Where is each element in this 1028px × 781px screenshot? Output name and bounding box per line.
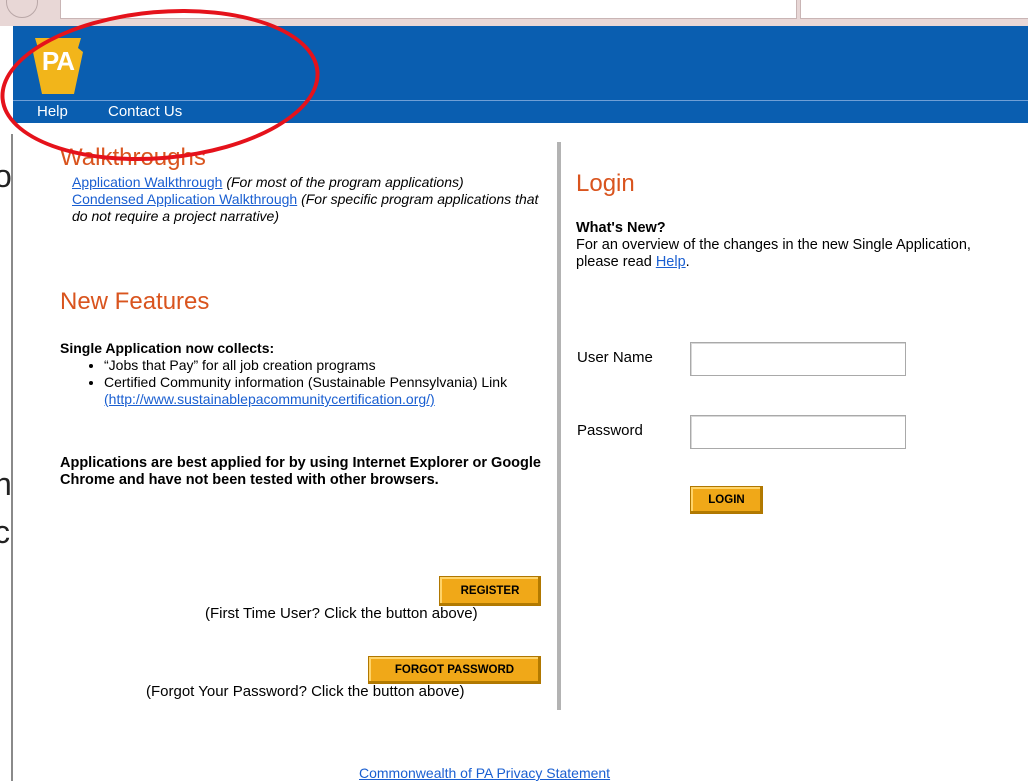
pa-logo[interactable]: PA <box>31 38 85 94</box>
new-features-heading: New Features <box>60 288 210 315</box>
whats-new-text: For an overview of the changes in the ne… <box>576 237 971 270</box>
site-header: PA <box>13 26 1028 100</box>
whats-new-period: . <box>685 254 690 270</box>
background-glyph: c <box>0 514 10 550</box>
whats-new-box: What's New? For an overview of the chang… <box>576 220 1016 271</box>
register-button[interactable]: REGISTER <box>439 576 541 606</box>
back-button[interactable] <box>6 0 38 18</box>
login-button[interactable]: LOGIN <box>690 486 763 514</box>
sustainable-pa-link[interactable]: (http://www.sustainablepacommunitycertif… <box>104 391 435 407</box>
background-window-border <box>11 134 13 781</box>
username-label: User Name <box>577 349 653 366</box>
browser-chrome <box>0 0 1028 27</box>
login-heading: Login <box>576 170 635 197</box>
condensed-walkthrough-link[interactable]: Condensed Application Walkthrough <box>72 191 297 207</box>
walkthroughs-body: Application Walkthrough (For most of the… <box>72 174 542 225</box>
browser-note: Applications are best applied for by usi… <box>60 455 541 488</box>
new-features-intro: Single Application now collects: <box>60 340 275 356</box>
feature-item: Certified Community information (Sustain… <box>104 374 550 408</box>
new-features-body: Single Application now collects: “Jobs t… <box>60 340 550 408</box>
privacy-statement-link[interactable]: Commonwealth of PA Privacy Statement <box>359 765 610 781</box>
password-label: Password <box>577 422 643 439</box>
nav-help-link[interactable]: Help <box>37 103 68 120</box>
walkthroughs-heading: Walkthroughs <box>60 144 206 171</box>
column-divider <box>557 142 561 710</box>
forgot-password-hint: (Forgot Your Password? Click the button … <box>146 683 465 700</box>
address-bar[interactable] <box>60 0 797 19</box>
forgot-password-button[interactable]: FORGOT PASSWORD <box>368 656 541 684</box>
logo-text: PA <box>41 46 75 76</box>
nav-bar: Help Contact Us <box>13 100 1028 123</box>
application-walkthrough-link[interactable]: Application Walkthrough <box>72 174 222 190</box>
feature-item-text: Certified Community information (Sustain… <box>104 374 508 390</box>
whats-new-heading: What's New? <box>576 220 666 236</box>
nav-contact-link[interactable]: Contact Us <box>108 103 182 120</box>
walkthrough-note: (For most of the program applications) <box>226 174 464 190</box>
background-window-edge: o n c <box>0 26 13 781</box>
feature-item: “Jobs that Pay” for all job creation pro… <box>104 357 550 374</box>
new-features-list: “Jobs that Pay” for all job creation pro… <box>60 357 550 408</box>
username-input[interactable] <box>690 342 906 376</box>
register-hint: (First Time User? Click the button above… <box>205 605 478 622</box>
password-input[interactable] <box>690 415 906 449</box>
whats-new-help-link[interactable]: Help <box>656 254 686 270</box>
search-bar[interactable] <box>800 0 1028 19</box>
